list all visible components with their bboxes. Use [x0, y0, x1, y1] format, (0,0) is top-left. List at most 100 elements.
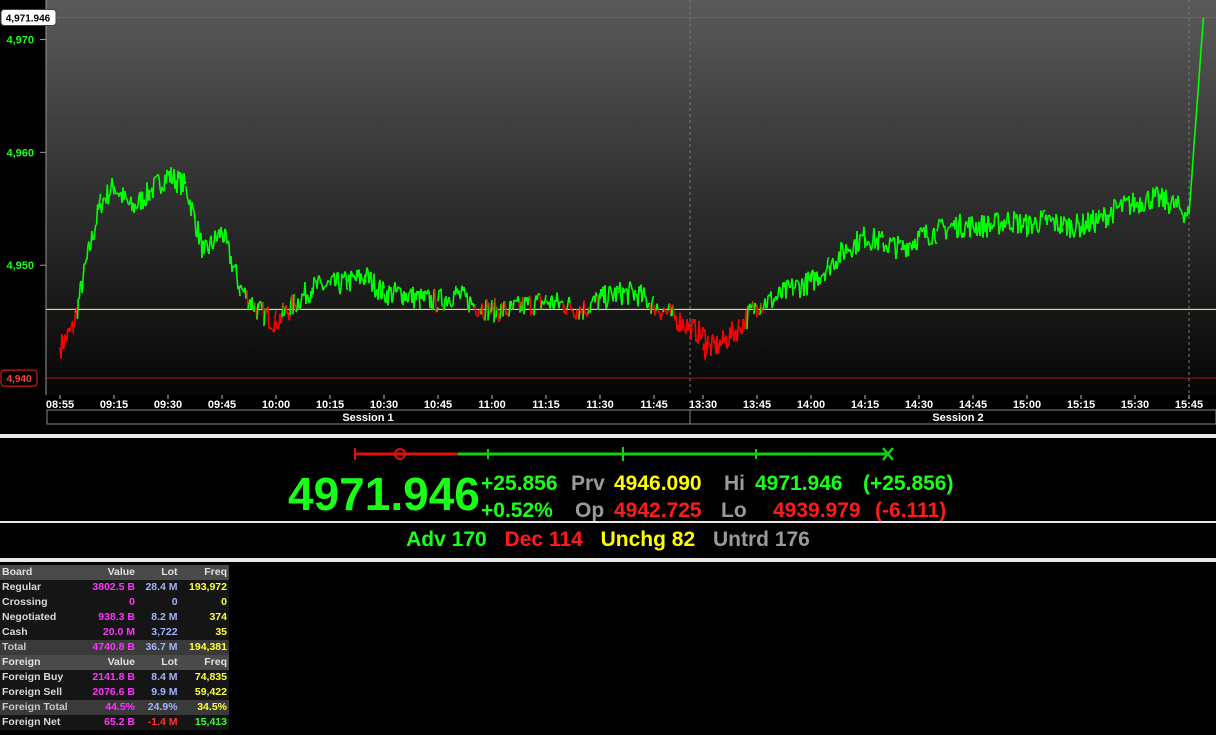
freq-cell: 193,972	[179, 580, 229, 595]
price-segment	[1201, 17, 1205, 32]
price-segment	[819, 277, 822, 285]
price-segment	[424, 290, 427, 293]
price-segment	[89, 247, 92, 251]
price-segment	[506, 311, 509, 316]
price-segment	[137, 194, 140, 206]
price-segment	[757, 313, 760, 316]
price-segment	[965, 220, 968, 224]
price-segment	[339, 287, 342, 295]
price-segment	[459, 293, 462, 299]
freq-cell: 374	[179, 610, 229, 625]
change-value: +25.856	[481, 472, 558, 495]
price-segment	[210, 235, 213, 247]
price-segment	[323, 285, 326, 289]
price-segment	[391, 297, 394, 303]
intraday-chart[interactable]: 4,970 4,960 4,950 4,971.946 4,940 08:55 09:15 0…	[0, 0, 1216, 430]
column-header: Value	[82, 655, 138, 670]
price-segment	[533, 301, 536, 316]
price-segment	[143, 199, 146, 206]
price-segment	[1097, 209, 1100, 224]
price-segment	[945, 231, 948, 240]
price-segment	[430, 294, 433, 310]
price-segment	[130, 196, 133, 212]
x-tick-label: 09:30	[154, 399, 182, 411]
price-segment	[158, 176, 161, 189]
price-segment	[799, 290, 802, 299]
price-segment	[1048, 214, 1051, 217]
column-header: Foreign	[0, 655, 83, 670]
price-segment	[867, 240, 870, 244]
price-segment	[474, 305, 477, 315]
y-tick-label: 4,960	[6, 147, 34, 159]
price-segment	[432, 289, 435, 311]
price-segment	[392, 288, 395, 298]
price-segment	[687, 323, 690, 331]
intraday-chart-panel[interactable]: 4,970 4,960 4,950 4,971.946 4,940 08:55 09:15 0…	[0, 0, 1216, 430]
price-segment	[959, 213, 962, 234]
price-segment	[807, 271, 810, 279]
separator	[0, 558, 1216, 562]
price-segment	[98, 193, 102, 202]
price-segment	[489, 312, 492, 315]
x-tick-label: 11:15	[532, 399, 560, 411]
price-segment	[510, 300, 513, 306]
advancers-count: Adv 170	[406, 528, 487, 551]
price-segment	[273, 318, 276, 333]
price-segment	[551, 295, 554, 308]
price-segment	[1038, 223, 1041, 233]
price-segment	[656, 303, 659, 310]
price-segment	[708, 342, 711, 346]
price-segment	[987, 215, 990, 223]
column-header: Freq	[179, 565, 229, 580]
price-segment	[193, 210, 196, 221]
price-segment	[382, 281, 385, 289]
price-segment	[1121, 202, 1124, 212]
lot-cell: 24.9%	[137, 700, 180, 715]
lot-cell: 28.4 M	[137, 580, 180, 595]
price-segment	[883, 245, 886, 252]
price-segment	[1005, 217, 1008, 224]
price-segment	[891, 237, 894, 242]
price-segment	[399, 287, 402, 292]
plot-area	[46, 0, 1216, 395]
price-segment	[680, 328, 683, 332]
price-segment	[1098, 216, 1101, 221]
price-segment	[1092, 209, 1095, 228]
price-segment	[126, 199, 129, 204]
row-label: Crossing	[0, 595, 83, 610]
price-segment	[956, 236, 959, 239]
price-segment	[517, 296, 520, 303]
value-cell: 0	[82, 595, 138, 610]
price-segment	[609, 285, 612, 291]
x-tick-label: 11:45	[640, 399, 668, 411]
freq-cell: 0	[179, 595, 229, 610]
table-row: Foreign Buy 2141.8 B 8.4 M 74,835	[0, 670, 229, 685]
price-segment	[488, 302, 491, 315]
price-segment	[645, 296, 648, 308]
freq-cell: 59,422	[179, 685, 229, 700]
x-tick-label: 14:45	[959, 399, 987, 411]
price-segment	[936, 226, 939, 232]
freq-cell: 34.5%	[179, 700, 229, 715]
price-segment	[405, 292, 408, 302]
price-segment	[629, 281, 632, 286]
price-segment	[544, 294, 547, 301]
price-segment	[125, 197, 128, 200]
price-segment	[914, 238, 917, 249]
price-segment	[91, 230, 94, 240]
price-segment	[368, 275, 371, 284]
price-segment	[76, 298, 80, 320]
price-segment	[183, 173, 186, 185]
price-segment	[277, 325, 280, 330]
price-segment	[1025, 214, 1028, 238]
price-segment	[502, 301, 505, 317]
price-segment	[113, 185, 116, 191]
price-segment	[1074, 226, 1077, 233]
price-segment	[295, 308, 298, 313]
price-segment	[240, 284, 243, 290]
price-segment	[300, 293, 303, 304]
price-segment	[1118, 203, 1121, 208]
price-segment	[938, 218, 941, 222]
price-segment	[1197, 73, 1201, 88]
price-segment	[283, 308, 286, 317]
